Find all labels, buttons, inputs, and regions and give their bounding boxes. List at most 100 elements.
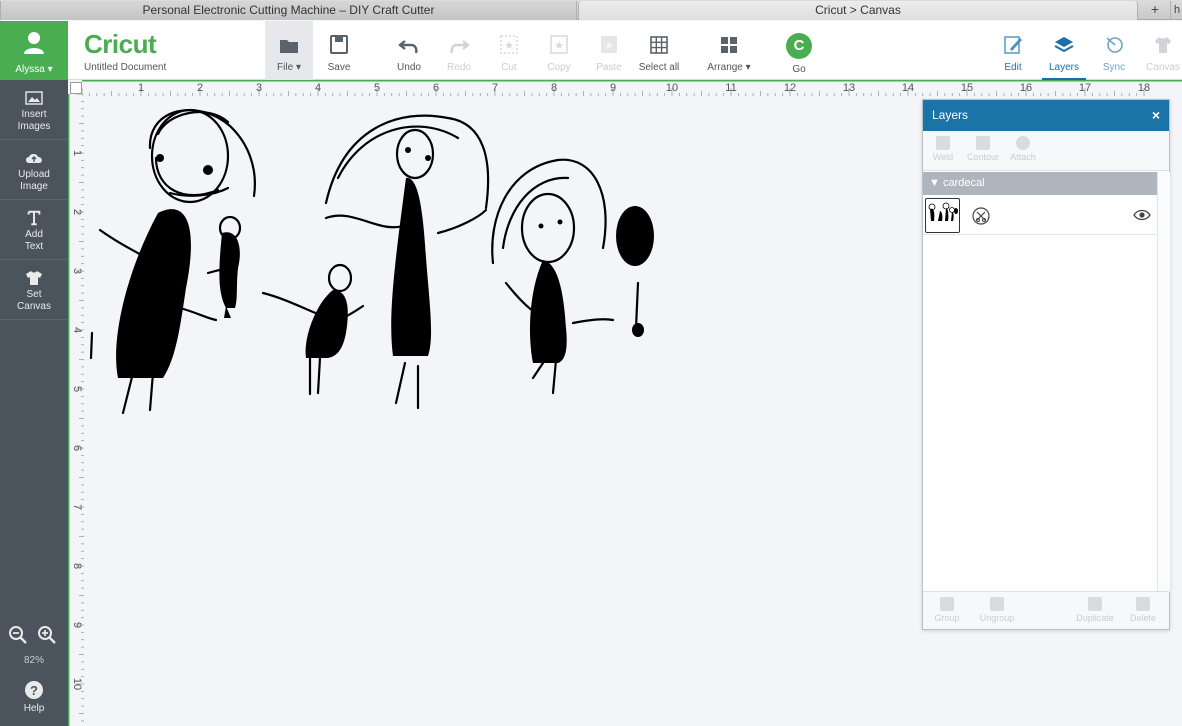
layers-action-bar: Weld Contour Attach bbox=[923, 131, 1169, 171]
redo-button[interactable]: Redo bbox=[438, 21, 480, 80]
ruler-label: 9 bbox=[610, 82, 616, 94]
ruler-label: 16 bbox=[1020, 82, 1032, 94]
layers-tab[interactable]: Layers bbox=[1042, 21, 1086, 80]
ruler-label: 1 bbox=[71, 150, 83, 156]
browser-tab-bar: Personal Electronic Cutting Machine – DI… bbox=[0, 0, 1182, 20]
ruler-label: 3 bbox=[71, 268, 83, 274]
weld-button[interactable]: Weld bbox=[923, 136, 963, 162]
contour-icon bbox=[976, 136, 990, 150]
help-button[interactable]: ? Help bbox=[0, 680, 68, 714]
duplicate-button[interactable]: Duplicate bbox=[1075, 597, 1115, 623]
ruler-label: 8 bbox=[71, 563, 83, 569]
file-menu-button[interactable]: File ▾ bbox=[265, 21, 313, 80]
insert-images-button[interactable]: Insert Images bbox=[0, 80, 68, 140]
svg-text:★: ★ bbox=[554, 40, 564, 52]
ruler-label: 10 bbox=[666, 82, 678, 94]
ruler-label: 18 bbox=[1138, 82, 1150, 94]
copy-button[interactable]: ★ Copy bbox=[538, 21, 580, 80]
browser-tab-cricut-canvas[interactable]: Cricut > Canvas bbox=[578, 1, 1138, 20]
left-ruler: 1 2 3 4 5 6 7 8 9 10 bbox=[68, 94, 84, 726]
browser-tab-cricut-product[interactable]: Personal Electronic Cutting Machine – DI… bbox=[0, 1, 577, 20]
ruler-corner bbox=[70, 82, 82, 94]
attach-icon bbox=[1016, 136, 1030, 150]
chevron-down-icon: ▾ bbox=[47, 64, 53, 75]
user-name: Alyssa ▾ bbox=[15, 64, 53, 75]
add-text-button[interactable]: Add Text bbox=[0, 200, 68, 260]
eye-icon[interactable] bbox=[1133, 208, 1151, 222]
triangle-down-icon: ▼ bbox=[929, 177, 940, 189]
ruler-label: 10 bbox=[71, 678, 83, 690]
cut-button[interactable]: ★ Cut bbox=[488, 21, 530, 80]
close-icon[interactable]: × bbox=[1152, 100, 1160, 131]
duplicate-icon bbox=[1088, 597, 1102, 611]
zoom-out-icon[interactable] bbox=[8, 625, 28, 645]
tshirt-icon bbox=[1155, 37, 1171, 53]
ruler-label: 5 bbox=[71, 386, 83, 392]
ruler-label: 8 bbox=[551, 82, 557, 94]
layers-panel-title: Layers bbox=[932, 108, 969, 122]
ruler-label: 6 bbox=[71, 445, 83, 451]
save-button[interactable]: Save bbox=[318, 21, 360, 80]
group-icon bbox=[940, 597, 954, 611]
arrange-menu-button[interactable]: Arrange ▾ bbox=[702, 21, 756, 80]
help-icon: ? bbox=[25, 681, 43, 699]
upload-image-button[interactable]: Upload Image bbox=[0, 140, 68, 200]
canvas-tab[interactable]: Canvas bbox=[1142, 21, 1182, 80]
ruler-label: 7 bbox=[492, 82, 498, 94]
paste-icon: ★ bbox=[601, 36, 617, 53]
ruler-label: 13 bbox=[843, 82, 855, 94]
svg-text:★: ★ bbox=[604, 40, 614, 52]
sync-tab[interactable]: Sync bbox=[1093, 21, 1135, 80]
select-all-button[interactable]: Select all bbox=[636, 21, 682, 80]
ungroup-icon bbox=[990, 597, 1004, 611]
sync-icon bbox=[1106, 37, 1123, 53]
ungroup-button[interactable]: Ungroup bbox=[977, 597, 1017, 623]
zoom-in-icon[interactable] bbox=[37, 625, 57, 645]
attach-button[interactable]: Attach bbox=[1003, 136, 1043, 162]
layers-panel-header: Layers × bbox=[923, 100, 1169, 131]
ruler-label: 3 bbox=[256, 82, 262, 94]
ruler-label: 1 bbox=[138, 82, 144, 94]
user-menu[interactable]: Alyssa ▾ bbox=[0, 21, 68, 80]
new-tab-button[interactable]: + bbox=[1142, 1, 1168, 20]
ruler-label: 12 bbox=[784, 82, 796, 94]
family-drawing-image[interactable] bbox=[88, 98, 668, 418]
ruler-label: 2 bbox=[197, 82, 203, 94]
go-button[interactable]: C Go bbox=[778, 21, 820, 80]
cut-icon: ★ bbox=[500, 35, 518, 54]
undo-icon bbox=[398, 40, 418, 54]
layer-group-name: cardecal bbox=[942, 177, 985, 189]
trash-icon bbox=[1136, 597, 1150, 611]
cut-scissors-icon[interactable] bbox=[972, 207, 990, 225]
folder-icon bbox=[280, 40, 298, 53]
delete-button[interactable]: Delete bbox=[1123, 597, 1163, 623]
copy-icon: ★ bbox=[550, 35, 568, 54]
text-icon bbox=[27, 210, 41, 226]
layer-group-row[interactable]: ▼ cardecal bbox=[923, 172, 1157, 195]
pencil-icon bbox=[1004, 36, 1022, 54]
undo-button[interactable]: Undo bbox=[388, 21, 430, 80]
ruler-label: 5 bbox=[374, 82, 380, 94]
paste-button[interactable]: ★ Paste bbox=[588, 21, 630, 80]
svg-text:★: ★ bbox=[504, 40, 514, 52]
ruler-label: 11 bbox=[725, 82, 736, 94]
ruler-label: 6 bbox=[433, 82, 439, 94]
group-button[interactable]: Group bbox=[927, 597, 967, 623]
contour-button[interactable]: Contour bbox=[963, 136, 1003, 162]
tshirt-icon bbox=[26, 271, 42, 285]
ruler-label: 17 bbox=[1079, 82, 1091, 94]
layer-row[interactable] bbox=[923, 196, 1157, 235]
ruler-label: 15 bbox=[961, 82, 973, 94]
layers-scrollbar[interactable] bbox=[1157, 172, 1170, 592]
set-canvas-button[interactable]: Set Canvas bbox=[0, 260, 68, 320]
image-icon bbox=[25, 91, 43, 105]
layers-icon bbox=[1054, 37, 1074, 53]
document-title: Untitled Document bbox=[84, 62, 167, 73]
layer-thumbnail bbox=[925, 198, 960, 233]
zoom-level: 82% bbox=[23, 655, 44, 666]
cricut-go-icon: C bbox=[786, 33, 812, 59]
grid-icon bbox=[650, 36, 668, 54]
edit-tab[interactable]: Edit bbox=[992, 21, 1034, 80]
browser-tab-overflow[interactable]: h bbox=[1170, 1, 1182, 20]
top-ruler: 1 2 3 4 5 6 7 8 9 10 11 12 13 14 15 16 17 18 bbox=[82, 80, 1182, 96]
